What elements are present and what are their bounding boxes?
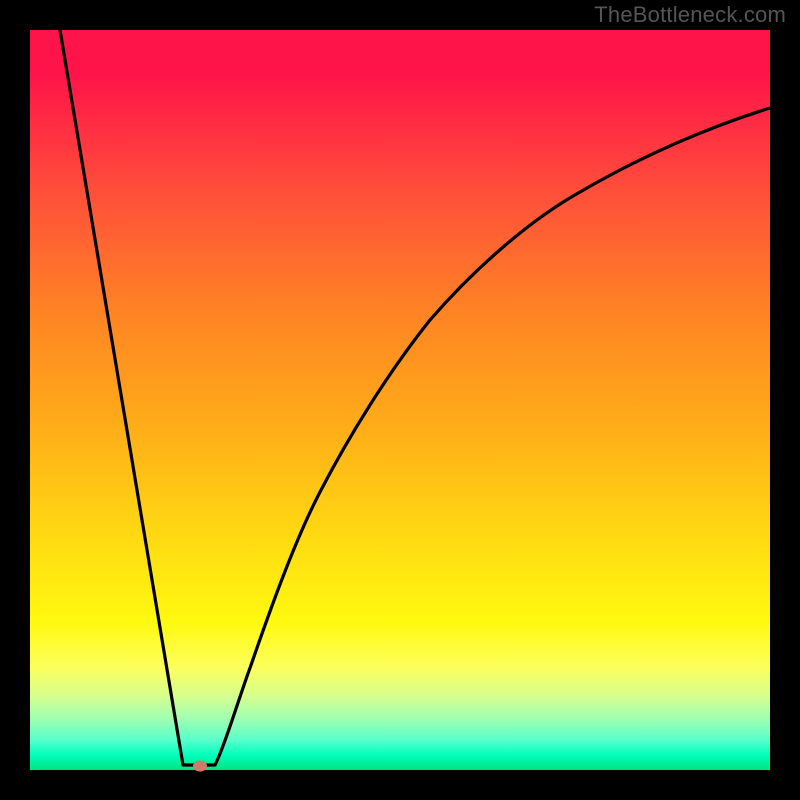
watermark-text: TheBottleneck.com bbox=[594, 2, 786, 28]
chart-plot-area bbox=[30, 30, 770, 770]
curve-svg bbox=[30, 30, 770, 770]
minimum-marker-dot bbox=[193, 761, 207, 772]
bottleneck-curve bbox=[60, 30, 770, 765]
